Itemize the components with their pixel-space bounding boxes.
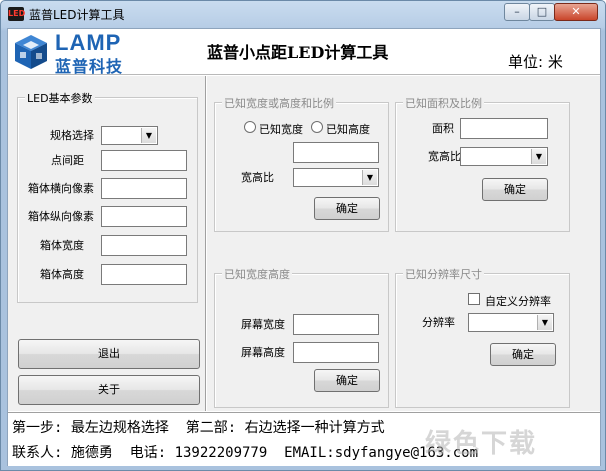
spec-label: 规格选择 bbox=[50, 129, 94, 142]
radio-known-width[interactable] bbox=[244, 121, 256, 133]
cube-logo-icon bbox=[15, 35, 47, 69]
v-pixels-label: 箱体纵向像素 bbox=[28, 210, 94, 223]
wh-ratio-confirm-button[interactable]: 确定 bbox=[314, 197, 380, 220]
header: LAMP 蓝普科技 蓝普小点距LED计算工具 单位: 米 bbox=[8, 29, 600, 76]
custom-resolution-label[interactable]: 自定义分辨率 bbox=[485, 293, 551, 309]
area-ratio-confirm-button[interactable]: 确定 bbox=[482, 178, 548, 201]
radio-known-height[interactable] bbox=[311, 121, 323, 133]
wh-ratio-label: 宽高比 bbox=[241, 171, 274, 184]
title-bar[interactable]: LED 蓝普LED计算工具 – □ ✕ bbox=[1, 1, 605, 27]
area-ratio-select[interactable]: ▼ bbox=[460, 147, 548, 166]
resolution-label: 分辨率 bbox=[422, 316, 455, 329]
company-logo: LAMP 蓝普科技 bbox=[12, 30, 137, 76]
resolution-select[interactable]: ▼ bbox=[468, 313, 554, 332]
chevron-down-icon[interactable]: ▼ bbox=[362, 170, 377, 185]
pitch-label: 点间距 bbox=[51, 154, 84, 167]
wh-confirm-button[interactable]: 确定 bbox=[314, 369, 380, 392]
wh-ratio-group: 已知宽度或高度和比例 已知宽度 已知高度 宽高比 ▼ 确定 bbox=[214, 95, 389, 232]
footer-instructions: 第一步: 最左边规格选择 第二部: 右边选择一种计算方式 bbox=[12, 420, 385, 436]
area-ratio-label: 宽高比 bbox=[428, 150, 461, 163]
minimize-button[interactable]: – bbox=[504, 3, 530, 21]
vertical-divider bbox=[205, 76, 207, 411]
logo-text-cn: 蓝普科技 bbox=[55, 57, 124, 76]
led-params-title: LED基本参数 bbox=[25, 90, 95, 106]
wh-value-input[interactable] bbox=[293, 142, 379, 163]
area-label: 面积 bbox=[432, 122, 454, 135]
spec-select[interactable]: ▼ bbox=[101, 126, 158, 145]
led-params-group: LED基本参数 规格选择 ▼ 点间距 箱体横向像素 箱体纵向像素 箱体宽度 箱体… bbox=[17, 90, 198, 303]
wh-group: 已知宽度高度 屏幕宽度 屏幕高度 确定 bbox=[214, 266, 389, 408]
watermark-text: 绿色下载 bbox=[425, 429, 538, 459]
window-title: 蓝普LED计算工具 bbox=[29, 8, 125, 22]
wh-ratio-title: 已知宽度或高度和比例 bbox=[222, 95, 336, 111]
wh-ratio-select[interactable]: ▼ bbox=[293, 168, 379, 187]
screen-width-label: 屏幕宽度 bbox=[241, 318, 285, 331]
screen-height-label: 屏幕高度 bbox=[241, 346, 285, 359]
client-area: LAMP 蓝普科技 蓝普小点距LED计算工具 单位: 米 LED基本参数 规格选… bbox=[7, 28, 601, 466]
area-ratio-title: 已知面积及比例 bbox=[403, 95, 484, 111]
status-footer: 第一步: 最左边规格选择 第二部: 右边选择一种计算方式 联系人: 施德勇 电话… bbox=[8, 412, 600, 466]
area-ratio-group: 已知面积及比例 面积 宽高比 ▼ 确定 bbox=[395, 95, 570, 232]
pitch-input[interactable] bbox=[101, 150, 187, 171]
app-window: LED 蓝普LED计算工具 – □ ✕ LAMP 蓝普科技 蓝普小点距LED计算… bbox=[0, 0, 606, 471]
screen-height-input[interactable] bbox=[293, 342, 379, 363]
screen-width-input[interactable] bbox=[293, 314, 379, 335]
chevron-down-icon[interactable]: ▼ bbox=[537, 315, 552, 330]
radio-known-width-label[interactable]: 已知宽度 bbox=[259, 121, 303, 137]
resolution-confirm-button[interactable]: 确定 bbox=[490, 343, 556, 366]
chevron-down-icon[interactable]: ▼ bbox=[531, 149, 546, 164]
chevron-down-icon[interactable]: ▼ bbox=[141, 128, 156, 143]
v-pixels-input[interactable] bbox=[101, 206, 187, 227]
h-pixels-input[interactable] bbox=[101, 178, 187, 199]
footer-contact: 联系人: 施德勇 电话: 13922209779 EMAIL:sdyfangye… bbox=[12, 445, 479, 461]
main-panel: LED基本参数 规格选择 ▼ 点间距 箱体横向像素 箱体纵向像素 箱体宽度 箱体… bbox=[8, 76, 600, 411]
cab-height-label: 箱体高度 bbox=[40, 268, 84, 281]
radio-known-height-label[interactable]: 已知高度 bbox=[326, 121, 370, 137]
maximize-button[interactable]: □ bbox=[529, 3, 555, 21]
about-button[interactable]: 关于 bbox=[18, 375, 200, 405]
h-pixels-label: 箱体横向像素 bbox=[28, 182, 94, 195]
app-icon: LED bbox=[8, 7, 25, 21]
resolution-group: 已知分辨率尺寸 自定义分辨率 分辨率 ▼ 确定 bbox=[395, 266, 570, 408]
close-button[interactable]: ✕ bbox=[554, 3, 598, 21]
cab-height-input[interactable] bbox=[101, 264, 187, 285]
area-input[interactable] bbox=[460, 118, 548, 139]
exit-button[interactable]: 退出 bbox=[18, 339, 200, 369]
wh-group-title: 已知宽度高度 bbox=[222, 266, 292, 282]
cab-width-input[interactable] bbox=[101, 235, 187, 256]
resolution-title: 已知分辨率尺寸 bbox=[403, 266, 484, 282]
app-title: 蓝普小点距LED计算工具 bbox=[207, 43, 389, 62]
custom-resolution-checkbox[interactable] bbox=[468, 293, 480, 305]
cab-width-label: 箱体宽度 bbox=[40, 239, 84, 252]
unit-label: 单位: 米 bbox=[508, 53, 563, 71]
